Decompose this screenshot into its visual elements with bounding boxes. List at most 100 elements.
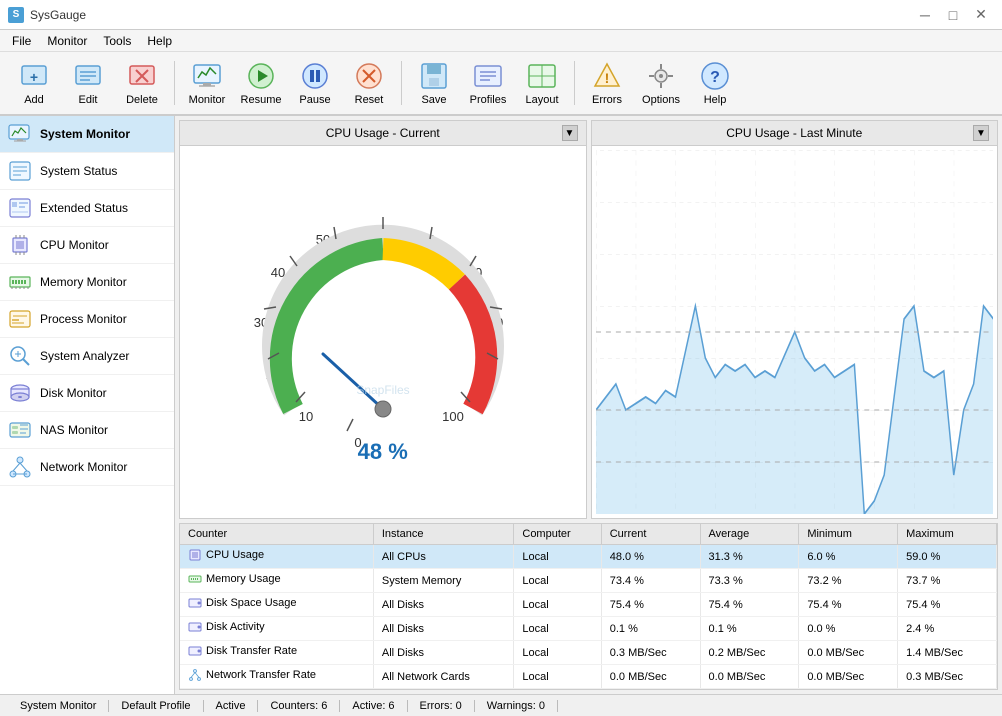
help-button[interactable]: ? Help bbox=[689, 55, 741, 111]
sidebar-label-disk-monitor: Disk Monitor bbox=[40, 386, 107, 400]
sidebar-item-system-status[interactable]: System Status bbox=[0, 153, 174, 190]
status-profile: Default Profile bbox=[109, 700, 203, 712]
th-average: Average bbox=[700, 524, 799, 545]
status-errors: Errors: 0 bbox=[408, 700, 475, 712]
linechart-panel: CPU Usage - Last Minute ▼ bbox=[591, 120, 999, 519]
svg-text:SnapFiles: SnapFiles bbox=[356, 383, 409, 397]
errors-icon: ! bbox=[591, 60, 623, 92]
th-instance: Instance bbox=[373, 524, 514, 545]
layout-button[interactable]: Layout bbox=[516, 55, 568, 111]
edit-button[interactable]: Edit bbox=[62, 55, 114, 111]
sidebar-icon-cpu-monitor bbox=[8, 233, 32, 257]
sidebar-icon-process-monitor bbox=[8, 307, 32, 331]
sidebar-label-process-monitor: Process Monitor bbox=[40, 312, 127, 326]
svg-text:!: ! bbox=[605, 70, 610, 86]
monitor-button[interactable]: Monitor bbox=[181, 55, 233, 111]
reset-icon bbox=[353, 60, 385, 92]
data-table-container: Counter Instance Computer Current Averag… bbox=[179, 523, 998, 690]
close-button[interactable]: ✕ bbox=[968, 5, 994, 25]
profiles-button[interactable]: Profiles bbox=[462, 55, 514, 111]
data-table: Counter Instance Computer Current Averag… bbox=[180, 524, 997, 689]
window-controls: ─ □ ✕ bbox=[912, 5, 994, 25]
sidebar-item-system-analyzer[interactable]: System Analyzer bbox=[0, 338, 174, 375]
linechart-svg bbox=[596, 150, 994, 514]
sidebar-item-disk-monitor[interactable]: Disk Monitor bbox=[0, 375, 174, 412]
sidebar-icon-disk-monitor bbox=[8, 381, 32, 405]
sidebar-icon-extended-status bbox=[8, 196, 32, 220]
linechart-collapse-button[interactable]: ▼ bbox=[973, 125, 989, 141]
menu-bar: File Monitor Tools Help bbox=[0, 30, 1002, 52]
save-button[interactable]: Save bbox=[408, 55, 460, 111]
sidebar-icon-network-monitor bbox=[8, 455, 32, 479]
resume-button[interactable]: Resume bbox=[235, 55, 287, 111]
reset-button[interactable]: Reset bbox=[343, 55, 395, 111]
minimize-button[interactable]: ─ bbox=[912, 5, 938, 25]
table-row[interactable]: Disk Activity All Disks Local 0.1 % 0.1 … bbox=[180, 617, 997, 641]
th-current: Current bbox=[601, 524, 700, 545]
th-minimum: Minimum bbox=[799, 524, 898, 545]
sidebar-icon-system-status bbox=[8, 159, 32, 183]
charts-row: CPU Usage - Current ▼ 0 10 20 30 40 50 bbox=[175, 116, 1002, 523]
sidebar-label-cpu-monitor: CPU Monitor bbox=[40, 238, 109, 252]
sidebar-icon-memory-monitor bbox=[8, 270, 32, 294]
status-active: Active bbox=[204, 700, 259, 712]
linechart-area bbox=[592, 146, 998, 518]
status-active-count: Active: 6 bbox=[340, 700, 407, 712]
status-bar: System Monitor Default Profile Active Co… bbox=[0, 694, 1002, 716]
th-maximum: Maximum bbox=[898, 524, 997, 545]
layout-icon bbox=[526, 60, 558, 92]
svg-text:+: + bbox=[30, 69, 38, 85]
delete-button[interactable]: Delete bbox=[116, 55, 168, 111]
gauge-panel: CPU Usage - Current ▼ 0 10 20 30 40 50 bbox=[179, 120, 587, 519]
profiles-icon bbox=[472, 60, 504, 92]
sidebar-item-network-monitor[interactable]: Network Monitor bbox=[0, 449, 174, 486]
pause-icon bbox=[299, 60, 331, 92]
sidebar-item-extended-status[interactable]: Extended Status bbox=[0, 190, 174, 227]
svg-text:100: 100 bbox=[442, 409, 464, 424]
linechart-title: CPU Usage - Last Minute bbox=[616, 126, 974, 140]
sidebar-label-extended-status: Extended Status bbox=[40, 201, 128, 215]
sidebar-label-system-status: System Status bbox=[40, 164, 117, 178]
sidebar-item-system-monitor[interactable]: System Monitor bbox=[0, 116, 174, 153]
gauge-area: 0 10 20 30 40 50 50 60 70 80 90 100 bbox=[180, 146, 586, 518]
table-row[interactable]: Disk Transfer Rate All Disks Local 0.3 M… bbox=[180, 641, 997, 665]
sidebar-item-memory-monitor[interactable]: Memory Monitor bbox=[0, 264, 174, 301]
sidebar-label-memory-monitor: Memory Monitor bbox=[40, 275, 127, 289]
table-header: Counter Instance Computer Current Averag… bbox=[180, 524, 997, 545]
content-area: CPU Usage - Current ▼ 0 10 20 30 40 50 bbox=[175, 116, 1002, 694]
table-row[interactable]: Memory Usage System Memory Local 73.4 % … bbox=[180, 569, 997, 593]
status-warnings: Warnings: 0 bbox=[475, 700, 558, 712]
help-icon: ? bbox=[699, 60, 731, 92]
table-row[interactable]: CPU Usage All CPUs Local 48.0 % 31.3 % 6… bbox=[180, 545, 997, 569]
sidebar-icon-system-analyzer bbox=[8, 344, 32, 368]
gauge-collapse-button[interactable]: ▼ bbox=[562, 125, 578, 141]
pause-button[interactable]: Pause bbox=[289, 55, 341, 111]
menu-monitor[interactable]: Monitor bbox=[39, 32, 95, 50]
delete-icon bbox=[126, 60, 158, 92]
app-title: SysGauge bbox=[30, 8, 912, 22]
sidebar-icon-system-monitor bbox=[8, 122, 32, 146]
menu-tools[interactable]: Tools bbox=[95, 32, 139, 50]
menu-file[interactable]: File bbox=[4, 32, 39, 50]
errors-button[interactable]: ! Errors bbox=[581, 55, 633, 111]
sidebar-item-process-monitor[interactable]: Process Monitor bbox=[0, 301, 174, 338]
table-row[interactable]: Disk Space Usage All Disks Local 75.4 % … bbox=[180, 593, 997, 617]
menu-help[interactable]: Help bbox=[139, 32, 180, 50]
gauge-svg: 0 10 20 30 40 50 50 60 70 80 90 100 bbox=[223, 199, 543, 459]
options-button[interactable]: Options bbox=[635, 55, 687, 111]
toolbar-sep-3 bbox=[574, 61, 575, 105]
maximize-button[interactable]: □ bbox=[940, 5, 966, 25]
th-computer: Computer bbox=[514, 524, 601, 545]
sidebar-item-cpu-monitor[interactable]: CPU Monitor bbox=[0, 227, 174, 264]
toolbar-sep-2 bbox=[401, 61, 402, 105]
options-icon bbox=[645, 60, 677, 92]
th-counter: Counter bbox=[180, 524, 373, 545]
table-row[interactable]: Network Transfer Rate All Network Cards … bbox=[180, 665, 997, 689]
add-button[interactable]: + Add bbox=[8, 55, 60, 111]
toolbar: + Add Edit Delete bbox=[0, 52, 1002, 116]
sidebar-label-network-monitor: Network Monitor bbox=[40, 460, 127, 474]
sidebar-item-nas-monitor[interactable]: NAS Monitor bbox=[0, 412, 174, 449]
gauge-value: 48 % bbox=[358, 439, 408, 465]
sidebar-label-nas-monitor: NAS Monitor bbox=[40, 423, 108, 437]
toolbar-sep-1 bbox=[174, 61, 175, 105]
